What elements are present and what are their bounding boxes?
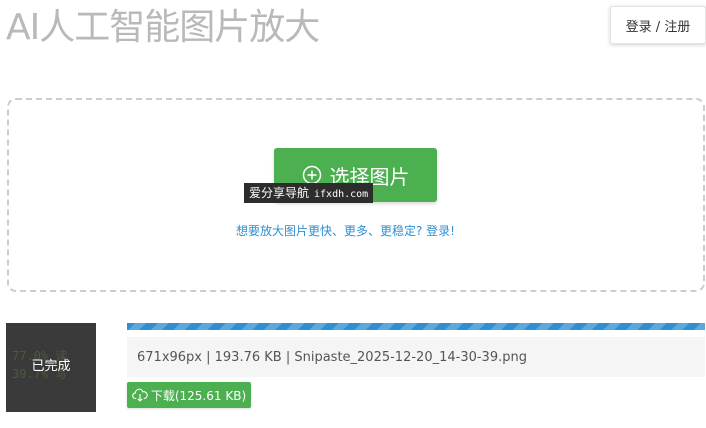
cloud-download-icon [132, 388, 148, 402]
download-label: 下载(125.61 KB) [150, 388, 247, 403]
page-title: AI人工智能图片放大 [6, 7, 320, 48]
watermark-url: ifxdh.com [314, 189, 369, 200]
plus-circle-icon [302, 165, 322, 185]
status-label: 已完成 [31, 359, 71, 374]
progress-fill [127, 323, 705, 330]
login-register-button[interactable]: 登录 / 注册 [610, 6, 706, 44]
upload-progress-bar [127, 323, 705, 330]
download-button[interactable]: 下载(125.61 KB) [127, 382, 251, 408]
watermark-overlay: 爱分享导航 ifxdh.com [244, 183, 374, 203]
login-promo-link[interactable]: 想要放大图片更快、更多、更稳定? 登录! [236, 222, 455, 239]
file-info-text: 671x96px | 193.76 KB | Snipaste_2025-12-… [127, 337, 705, 377]
image-thumbnail: 77.0% 读 39.7% 写 已完成 [6, 323, 96, 412]
watermark-name: 爱分享导航 [249, 186, 310, 200]
